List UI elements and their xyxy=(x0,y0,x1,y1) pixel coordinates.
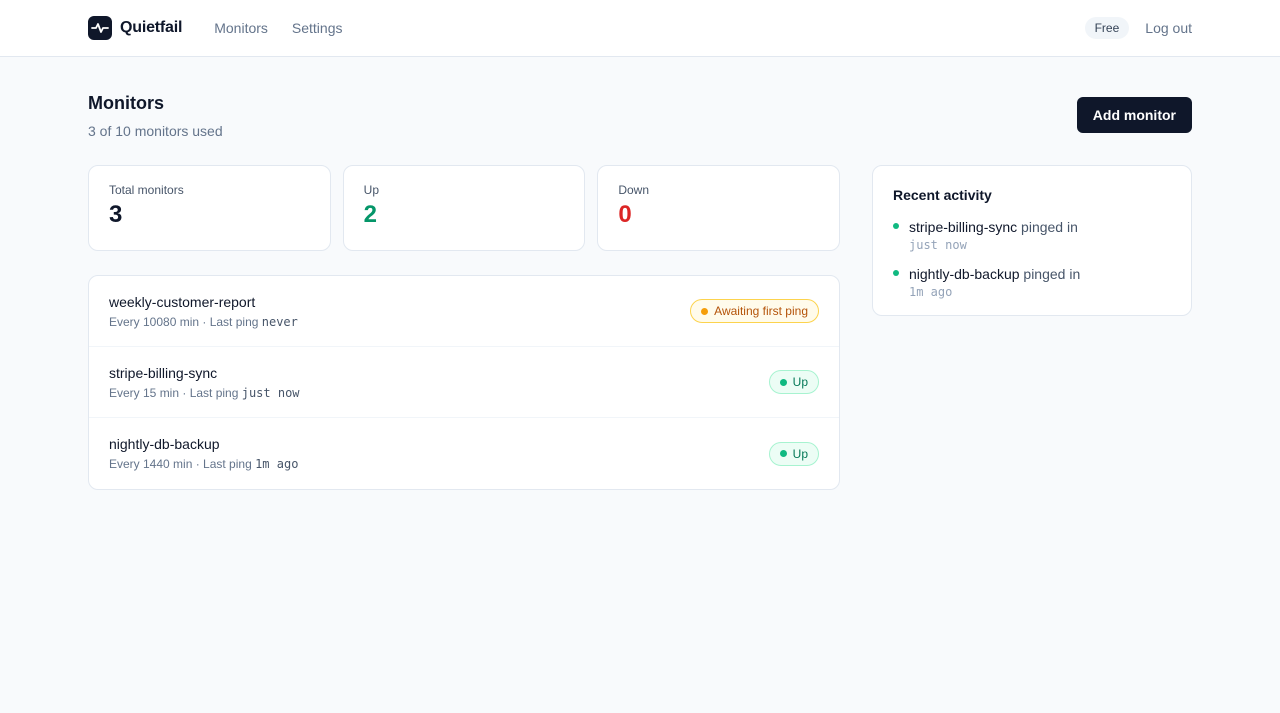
activity-monitor-name: nightly-db-backup xyxy=(909,266,1020,282)
activity-monitor-name: stripe-billing-sync xyxy=(909,219,1018,235)
page-title: Monitors xyxy=(88,93,164,113)
last-ping-value: never xyxy=(261,314,298,329)
add-monitor-button[interactable]: Add monitor xyxy=(1076,97,1192,133)
status-dot-icon xyxy=(701,307,709,315)
activity-item: stripe-billing-sync pinged in just now xyxy=(893,219,1171,252)
nav-monitors[interactable]: Monitors xyxy=(214,20,268,36)
content-grid: Total monitors 3 Up 2 Down 0 weekly-cust… xyxy=(88,165,1192,490)
monitor-name[interactable]: nightly-db-backup xyxy=(109,436,298,452)
left-nav: Quietfail Monitors Settings xyxy=(88,16,367,40)
status-label: Up xyxy=(792,375,808,389)
activity-action: pinged in xyxy=(1017,219,1078,235)
recent-activity-card: Recent activity stripe-billing-sync ping… xyxy=(872,165,1192,316)
status-dot-icon xyxy=(779,450,787,457)
activity-text: stripe-billing-sync pinged in xyxy=(909,219,1078,235)
brand[interactable]: Quietfail xyxy=(88,16,182,40)
stat-value: 0 xyxy=(618,201,632,228)
stat-label: Total monitors xyxy=(109,183,184,197)
activity-action: pinged in xyxy=(1019,266,1081,282)
last-ping-value: just now xyxy=(241,385,300,400)
stat-up: Up 2 xyxy=(342,165,586,251)
monitor-interval: Every 15 min xyxy=(109,385,180,400)
nav-settings[interactable]: Settings xyxy=(292,20,343,36)
status-label: Up xyxy=(792,446,808,461)
status-badge: Up xyxy=(768,441,819,466)
monitor-row[interactable]: nightly-db-backup Every 1440 min · Last … xyxy=(89,418,839,489)
monitor-list: weekly-customer-report Every 10080 min ·… xyxy=(88,275,840,490)
monitor-interval: Every 1440 min xyxy=(109,457,193,471)
logout-link[interactable]: Log out xyxy=(1145,20,1192,36)
last-ping-prefix: · Last ping xyxy=(199,314,262,329)
monitor-info: weekly-customer-report Every 10080 min ·… xyxy=(109,294,298,329)
stat-label: Down xyxy=(618,183,650,197)
right-nav: Free Log out xyxy=(1084,17,1192,39)
last-ping-prefix: · Last ping xyxy=(179,385,242,400)
monitors-column: Total monitors 3 Up 2 Down 0 weekly-cust… xyxy=(88,165,841,490)
top-bar-inner: Quietfail Monitors Settings Free Log out xyxy=(88,0,1192,56)
monitor-meta: Every 10080 min · Last ping never xyxy=(109,315,298,329)
status-label: Awaiting first ping xyxy=(714,304,808,318)
stat-value: 2 xyxy=(363,201,378,228)
status-dot-icon xyxy=(779,378,787,386)
activity-text: nightly-db-backup pinged in xyxy=(909,266,1080,282)
page-heading: Monitors 3 of 10 monitors used xyxy=(88,93,223,139)
activity-body: nightly-db-backup pinged in 1m ago xyxy=(909,266,1080,299)
activity-title: Recent activity xyxy=(893,187,992,203)
monitor-info: nightly-db-backup Every 1440 min · Last … xyxy=(109,436,298,471)
top-bar: Quietfail Monitors Settings Free Log out xyxy=(0,0,1280,57)
activity-time: just now xyxy=(909,238,967,252)
plan-badge: Free xyxy=(1084,17,1130,39)
monitor-name[interactable]: stripe-billing-sync xyxy=(109,365,300,381)
activity-column: Recent activity stripe-billing-sync ping… xyxy=(872,165,1192,490)
activity-list: stripe-billing-sync pinged in just now n… xyxy=(893,219,1171,299)
monitor-row[interactable]: weekly-customer-report Every 10080 min ·… xyxy=(89,276,839,347)
monitor-info: stripe-billing-sync Every 15 min · Last … xyxy=(109,365,300,400)
monitor-row[interactable]: stripe-billing-sync Every 15 min · Last … xyxy=(89,347,839,418)
last-ping-value: 1m ago xyxy=(255,457,299,471)
page-header: Monitors 3 of 10 monitors used Add monit… xyxy=(88,93,1192,139)
monitor-interval: Every 10080 min xyxy=(109,314,200,329)
activity-dot-icon xyxy=(893,223,899,229)
main-content: Monitors 3 of 10 monitors used Add monit… xyxy=(88,57,1192,490)
activity-body: stripe-billing-sync pinged in just now xyxy=(909,219,1078,252)
monitor-meta: Every 1440 min · Last ping 1m ago xyxy=(109,457,298,471)
status-badge: Up xyxy=(768,370,819,394)
activity-dot-icon xyxy=(893,270,899,276)
stat-down: Down 0 xyxy=(597,165,841,251)
status-badge: Awaiting first ping xyxy=(690,299,819,323)
monitor-meta: Every 15 min · Last ping just now xyxy=(109,386,300,400)
pulse-logo-icon xyxy=(88,16,112,40)
stat-value: 3 xyxy=(109,201,123,228)
activity-time: 1m ago xyxy=(909,285,953,299)
usage-text: 3 of 10 monitors used xyxy=(88,123,223,139)
monitor-name[interactable]: weekly-customer-report xyxy=(109,294,298,310)
stats-row: Total monitors 3 Up 2 Down 0 xyxy=(88,165,841,251)
activity-item: nightly-db-backup pinged in 1m ago xyxy=(893,266,1171,299)
stat-label: Up xyxy=(363,183,380,197)
brand-name: Quietfail xyxy=(120,19,183,36)
last-ping-prefix: · Last ping xyxy=(192,457,256,471)
stat-total-monitors: Total monitors 3 xyxy=(88,165,331,251)
